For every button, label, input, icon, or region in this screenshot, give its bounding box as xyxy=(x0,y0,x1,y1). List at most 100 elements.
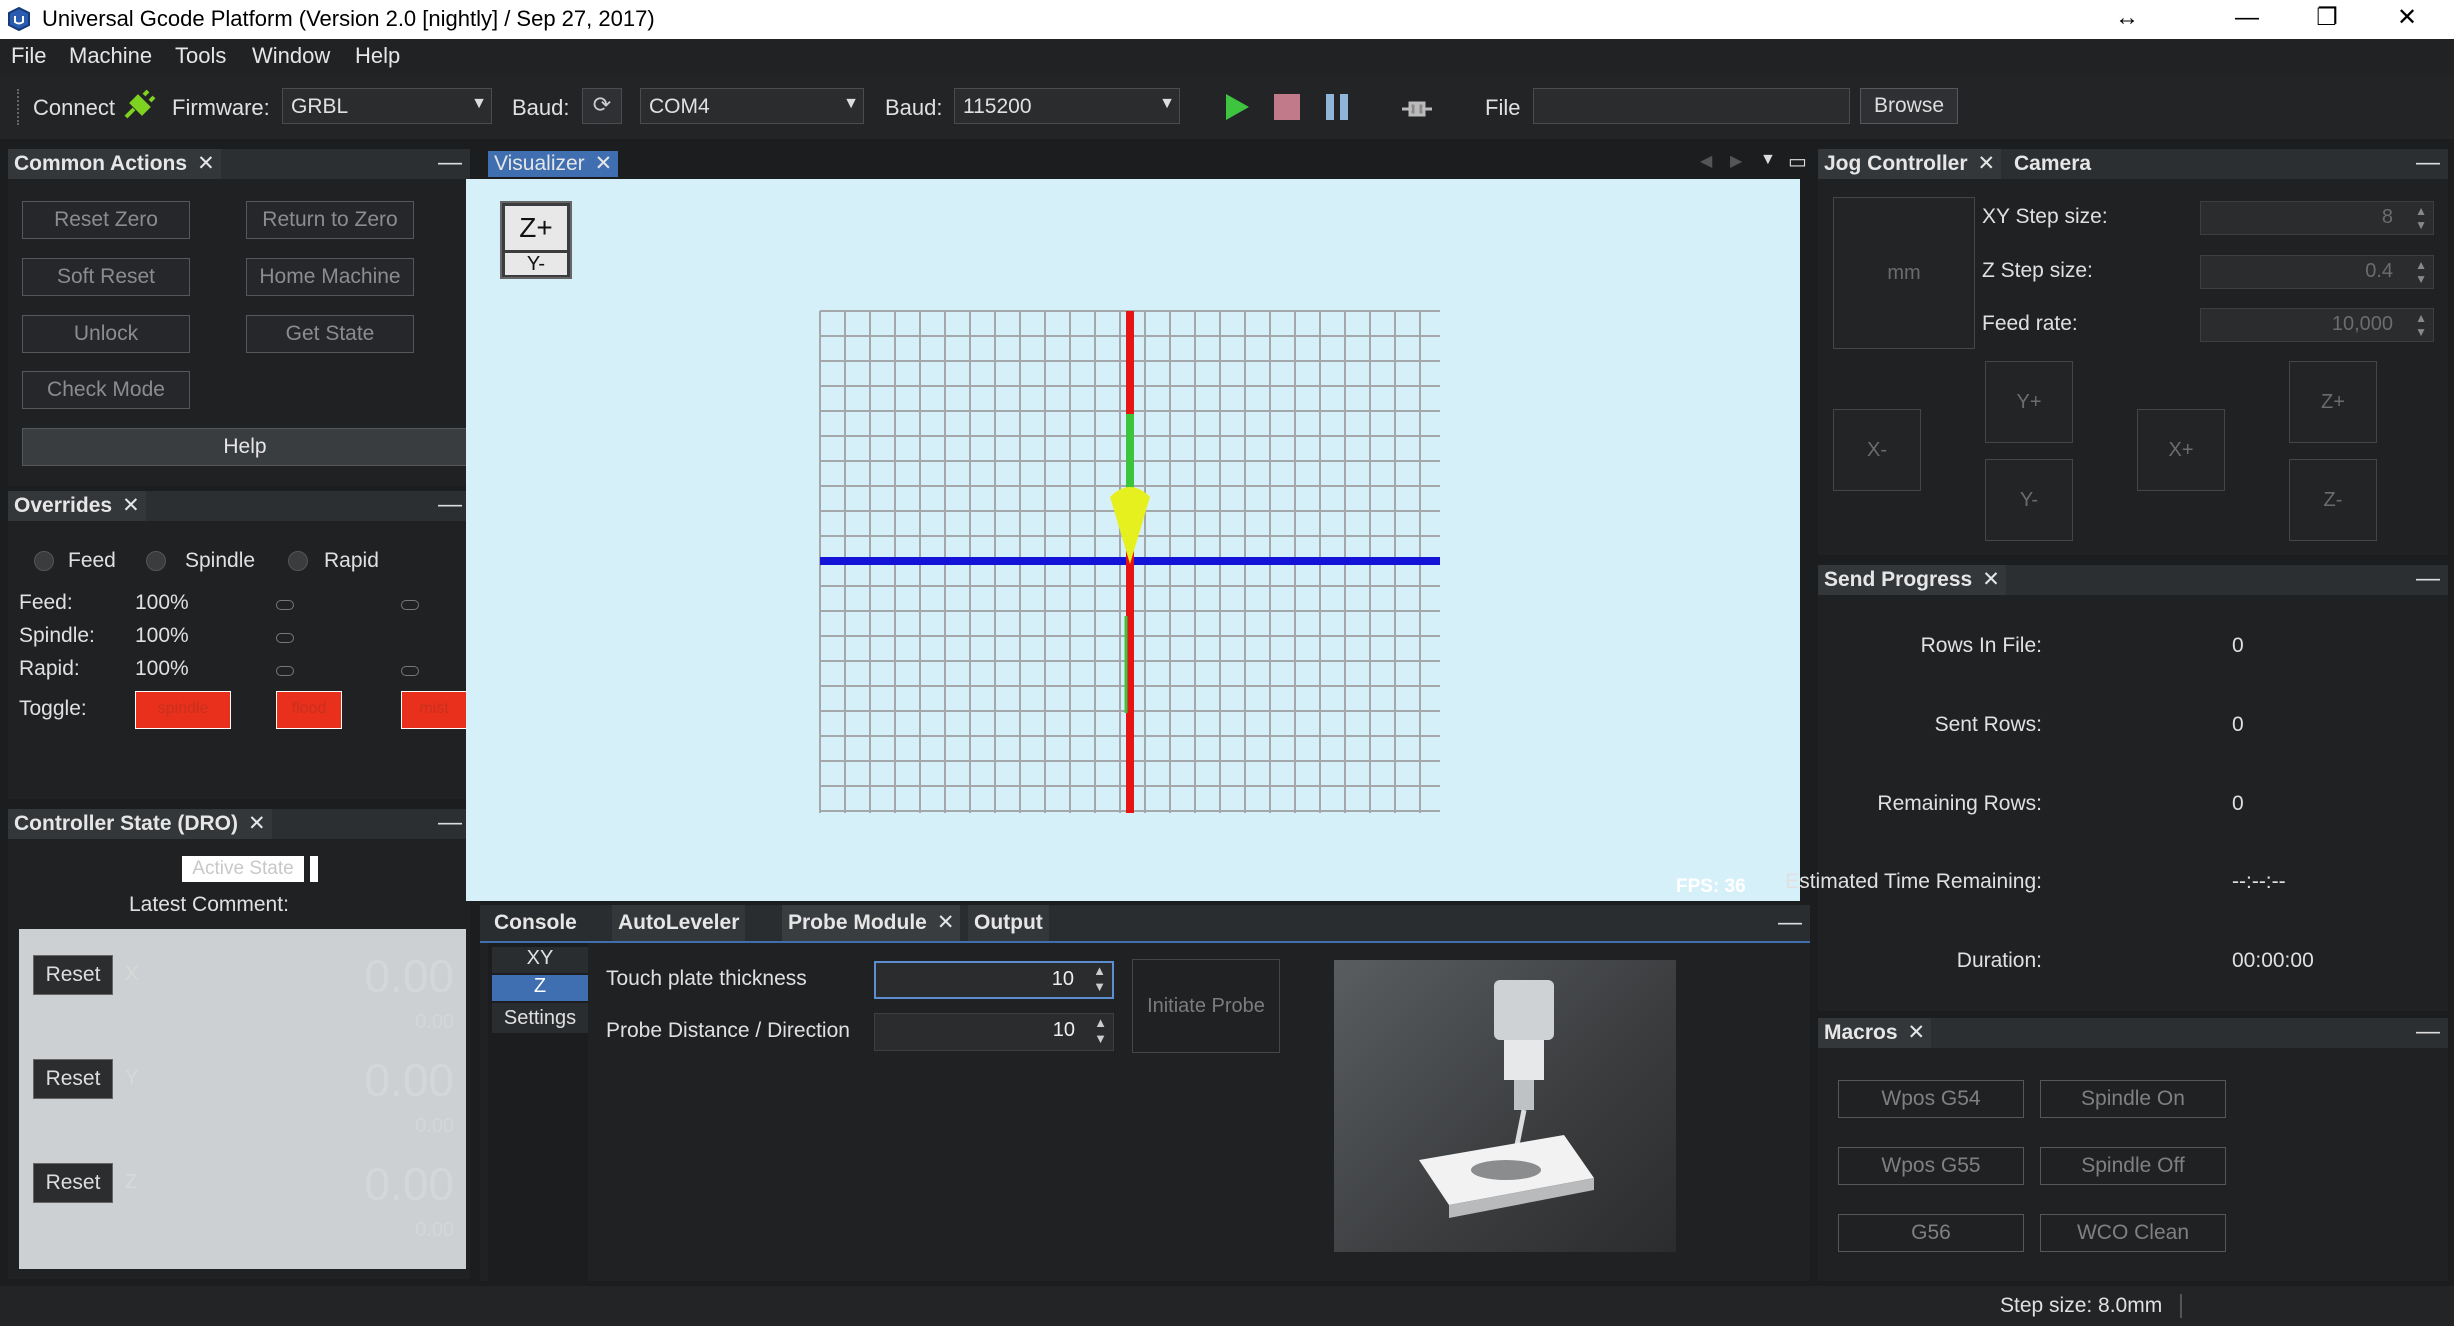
menu-help[interactable]: Help xyxy=(355,43,400,69)
tab-dro[interactable]: Controller State (DRO) ✕ xyxy=(8,809,272,839)
menu-machine[interactable]: Machine xyxy=(69,43,152,69)
side-tab-z[interactable]: Z xyxy=(492,975,588,1001)
soft-reset-button[interactable]: Soft Reset xyxy=(22,258,190,296)
menu-window[interactable]: Window xyxy=(252,43,330,69)
initiate-probe-button[interactable]: Initiate Probe xyxy=(1132,959,1280,1053)
feed-slider[interactable] xyxy=(276,600,294,610)
reset-zero-button[interactable]: Reset Zero xyxy=(22,201,190,239)
visualizer-canvas[interactable]: Z+ Y- FPS: 36 xyxy=(466,179,1806,901)
minimize-icon[interactable]: — xyxy=(438,149,462,177)
minimize-icon[interactable]: — xyxy=(2416,1018,2440,1046)
jog-y-plus-button[interactable]: Y+ xyxy=(1985,361,2073,443)
spinner-icon[interactable]: ▲ ▼ xyxy=(1094,1015,1107,1047)
spinner-icon[interactable]: ▲ ▼ xyxy=(2415,258,2427,286)
firmware-select[interactable]: GRBL ▼ xyxy=(282,88,492,124)
spindle-slider[interactable] xyxy=(276,633,294,643)
browse-button[interactable]: Browse xyxy=(1860,88,1958,124)
tab-autoleveler[interactable]: AutoLeveler xyxy=(612,905,746,941)
stop-icon[interactable] xyxy=(1273,93,1301,121)
tab-send-progress[interactable]: Send Progress ✕ xyxy=(1818,565,2006,595)
close-icon[interactable]: ✕ xyxy=(937,911,955,934)
z-step-input[interactable]: 0.4 ▲ ▼ xyxy=(2200,255,2434,289)
jog-y-minus-button[interactable]: Y- xyxy=(1985,459,2073,541)
toggle-mist-button[interactable]: mist xyxy=(401,691,467,729)
feed-rate-input[interactable]: 10,000 ▲ ▼ xyxy=(2200,308,2434,342)
dropdown-icon[interactable]: ▼ xyxy=(1760,151,1776,169)
menu-tools[interactable]: Tools xyxy=(175,43,226,69)
rapid-radio[interactable] xyxy=(288,551,308,571)
tab-camera[interactable]: Camera xyxy=(2008,149,2098,179)
rapid-slider-end[interactable] xyxy=(401,666,419,676)
tab-macros[interactable]: Macros ✕ xyxy=(1818,1018,1932,1048)
tab-console[interactable]: Console xyxy=(488,905,583,941)
tab-visualizer[interactable]: Visualizer ✕ xyxy=(488,151,619,177)
toggle-flood-button[interactable]: flood xyxy=(276,691,342,729)
tab-overrides[interactable]: Overrides ✕ xyxy=(8,491,146,521)
refresh-ports-icon[interactable]: ⟳ xyxy=(582,88,622,124)
macro-wpos-g55-button[interactable]: Wpos G55 xyxy=(1838,1147,2024,1185)
minimize-icon[interactable]: — xyxy=(2416,149,2440,177)
file-path-input[interactable] xyxy=(1533,88,1850,124)
tab-common-actions[interactable]: Common Actions ✕ xyxy=(8,149,221,179)
port-select[interactable]: COM4 ▼ xyxy=(640,88,864,124)
reset-x-button[interactable]: Reset xyxy=(33,955,113,995)
minimize-icon[interactable]: — xyxy=(438,491,462,519)
macro-wco-clean-button[interactable]: WCO Clean xyxy=(2040,1214,2226,1252)
minimize-icon[interactable]: — xyxy=(2416,565,2440,593)
menu-file[interactable]: File xyxy=(11,43,46,69)
macro-g56-button[interactable]: G56 xyxy=(1838,1214,2024,1252)
minimize-icon[interactable]: — xyxy=(438,809,462,837)
close-icon[interactable]: ✕ xyxy=(595,152,613,175)
minimize-button[interactable]: — xyxy=(2217,0,2277,39)
xy-step-input[interactable]: 8 ▲ ▼ xyxy=(2200,201,2434,235)
jog-z-plus-button[interactable]: Z+ xyxy=(2289,361,2377,443)
baud-select[interactable]: 115200 ▼ xyxy=(954,88,1180,124)
play-icon[interactable] xyxy=(1222,92,1252,122)
jog-x-minus-button[interactable]: X- xyxy=(1833,409,1921,491)
get-state-button[interactable]: Get State xyxy=(246,315,414,353)
help-button[interactable]: Help xyxy=(22,428,468,466)
touch-plate-input[interactable]: 10 ▲ ▼ xyxy=(874,961,1114,999)
feed-radio[interactable] xyxy=(34,551,54,571)
close-icon[interactable]: ✕ xyxy=(197,152,215,175)
side-tab-settings[interactable]: Settings xyxy=(492,1003,588,1033)
home-machine-button[interactable]: Home Machine xyxy=(246,258,414,296)
disconnect-icon[interactable] xyxy=(1400,95,1434,119)
close-button[interactable]: ✕ xyxy=(2377,0,2437,39)
reset-y-button[interactable]: Reset xyxy=(33,1059,113,1099)
close-icon[interactable]: ✕ xyxy=(1982,568,2000,591)
close-icon[interactable]: ✕ xyxy=(122,494,140,517)
tab-output[interactable]: Output xyxy=(968,905,1049,941)
resize-icon[interactable]: ↔ xyxy=(2097,0,2157,39)
macro-wpos-g54-button[interactable]: Wpos G54 xyxy=(1838,1080,2024,1118)
spinner-icon[interactable]: ▲ ▼ xyxy=(2415,311,2427,339)
unit-toggle-button[interactable]: mm xyxy=(1833,197,1975,349)
spindle-radio[interactable] xyxy=(146,551,166,571)
maximize-button[interactable]: ❐ xyxy=(2297,0,2357,39)
close-icon[interactable]: ✕ xyxy=(248,812,266,835)
return-to-zero-button[interactable]: Return to Zero xyxy=(246,201,414,239)
jog-x-plus-button[interactable]: X+ xyxy=(2137,409,2225,491)
scroll-left-icon[interactable]: ◀ xyxy=(1700,151,1712,171)
macro-spindle-off-button[interactable]: Spindle Off xyxy=(2040,1147,2226,1185)
spinner-icon[interactable]: ▲ ▼ xyxy=(2415,204,2427,232)
probe-distance-input[interactable]: 10 ▲ ▼ xyxy=(874,1013,1114,1051)
jog-z-minus-button[interactable]: Z- xyxy=(2289,459,2377,541)
tab-jog-controller[interactable]: Jog Controller ✕ xyxy=(1818,149,2002,179)
spinner-icon[interactable]: ▲ ▼ xyxy=(1093,963,1106,995)
check-mode-button[interactable]: Check Mode xyxy=(22,371,190,409)
rapid-slider[interactable] xyxy=(276,666,294,676)
scroll-right-icon[interactable]: ▶ xyxy=(1730,151,1742,171)
reset-z-button[interactable]: Reset xyxy=(33,1163,113,1203)
macro-spindle-on-button[interactable]: Spindle On xyxy=(2040,1080,2226,1118)
toggle-spindle-button[interactable]: spindle xyxy=(135,691,231,729)
minimize-icon[interactable]: — xyxy=(1778,909,1802,937)
side-tab-xy[interactable]: XY xyxy=(492,947,588,973)
unlock-button[interactable]: Unlock xyxy=(22,315,190,353)
maximize-window-icon[interactable]: ▭ xyxy=(1788,149,1807,174)
tab-probe-module[interactable]: Probe Module ✕ xyxy=(782,905,961,941)
close-icon[interactable]: ✕ xyxy=(1908,1021,1926,1044)
pause-icon[interactable] xyxy=(1323,92,1351,122)
close-icon[interactable]: ✕ xyxy=(1978,152,1996,175)
connect-button[interactable]: Connect xyxy=(33,95,115,121)
